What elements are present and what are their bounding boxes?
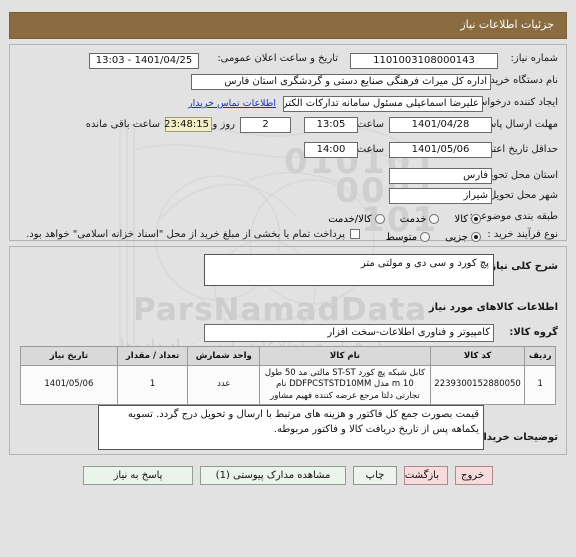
radio-goods-service-icon[interactable] bbox=[374, 214, 385, 224]
category-option-goods-service[interactable]: کالا/خدمت bbox=[328, 214, 385, 225]
price-validity-date: 1401/05/06 bbox=[389, 142, 492, 158]
purchase-type-option-minor[interactable]: جزیی bbox=[445, 232, 481, 243]
radio-goods-icon[interactable] bbox=[471, 214, 481, 224]
td-unit: عدد bbox=[187, 364, 261, 406]
need-details-page: 0101010001101 ParsNamadData مرکز فراوری … bbox=[0, 0, 576, 557]
td-quantity: 1 bbox=[116, 364, 189, 406]
category-options: کالا خدمت کالا/خدمت bbox=[318, 209, 481, 228]
th-name: نام کالا bbox=[259, 346, 431, 366]
td-row-no: 1 bbox=[524, 364, 556, 406]
th-need-date: تاریخ نیاز bbox=[20, 346, 118, 366]
td-code: 2239300152880050 bbox=[429, 364, 526, 406]
footer-button-bar: خروج بازگشت چاپ مشاهده مدارک پیوستی (1) … bbox=[0, 466, 576, 485]
buyer-notes-value: قیمت بصورت جمع کل فاکتور و هزینه های مرت… bbox=[98, 405, 484, 450]
price-validity-label-wrap: حداقل تاریخ اعتبار قیمت: تا تاریخ: bbox=[417, 137, 558, 157]
respond-to-need-button[interactable]: پاسخ به نیاز bbox=[83, 466, 193, 485]
response-deadline-time-label: ساعت bbox=[356, 119, 384, 130]
public-announce-value: 1401/04/25 - 13:03 bbox=[89, 53, 199, 69]
price-validity-time-label: ساعت bbox=[356, 144, 384, 155]
th-code: کد کالا bbox=[429, 346, 526, 366]
delivery-city-label: شهر محل تحویل: bbox=[485, 190, 558, 201]
buyer-org-label: نام دستگاه خریدار: bbox=[479, 75, 558, 86]
need-number-row: شماره نیاز: bbox=[511, 53, 559, 64]
category-label: طبقه بندی موضوعی: bbox=[469, 211, 558, 222]
public-announce-row: تاریخ و ساعت اعلان عمومی: bbox=[217, 53, 338, 64]
public-announce-label: تاریخ و ساعت اعلان عمومی: bbox=[217, 53, 338, 64]
td-name: کابل شبکه پچ کورد ST-ST مالتی مد 50 طول … bbox=[259, 364, 431, 406]
view-attachments-button[interactable]: مشاهده مدارک پیوستی (1) bbox=[200, 466, 346, 485]
radio-service-icon[interactable] bbox=[429, 214, 440, 224]
exit-button[interactable]: خروج bbox=[455, 466, 493, 485]
goods-table: ردیف کد کالا نام کالا واحد شمارش تعداد /… bbox=[20, 346, 556, 406]
response-deadline-countdown-label: ساعت باقی مانده bbox=[85, 119, 160, 130]
purchase-type-option-medium-label: متوسط bbox=[385, 231, 418, 243]
buyer-org-row: نام دستگاه خریدار: bbox=[479, 75, 558, 86]
need-summary-label: شرح کلی نیاز: bbox=[486, 261, 558, 272]
buyer-org-value: اداره کل میراث فرهنگی صنایع دستی و گردشگ… bbox=[191, 74, 491, 90]
islamic-treasury-checkbox-label: پرداخت تمام یا بخشی از مبلغ خرید از محل … bbox=[26, 229, 345, 240]
need-summary-value: پچ کورد و سی دی و مولتی متر bbox=[204, 254, 494, 286]
purchase-type-options: جزیی متوسط bbox=[376, 227, 481, 246]
buyer-notes-label: توضیحات خریدار: bbox=[473, 432, 558, 443]
category-option-service[interactable]: خدمت bbox=[400, 214, 440, 225]
response-deadline-countdown: 23:48:15 bbox=[164, 117, 212, 132]
response-deadline-days-label: روز و bbox=[212, 119, 236, 130]
category-option-goods-service-label: کالا/خدمت bbox=[328, 213, 372, 225]
page-title: جزئیات اطلاعات نیاز bbox=[460, 18, 554, 31]
response-deadline-date: 1401/04/28 bbox=[389, 117, 492, 133]
need-number-value: 1101003108000143 bbox=[350, 53, 498, 69]
goods-table-header-row: ردیف کد کالا نام کالا واحد شمارش تعداد /… bbox=[20, 346, 556, 366]
requester-value: علیرضا اسماعیلی مسئول سامانه تدارکات الک… bbox=[283, 96, 483, 112]
islamic-treasury-checkbox[interactable] bbox=[350, 229, 360, 239]
radio-minor-icon[interactable] bbox=[471, 232, 481, 242]
response-deadline-days: 2 bbox=[240, 117, 291, 133]
td-need-date: 1401/05/06 bbox=[20, 364, 118, 406]
page-header-bar: جزئیات اطلاعات نیاز bbox=[9, 12, 567, 39]
delivery-province-value: فارس bbox=[389, 168, 492, 184]
price-validity-time: 14:00 bbox=[304, 142, 358, 158]
response-deadline-time: 13:05 bbox=[304, 117, 358, 133]
goods-section-title: اطلاعات کالاهای مورد نیاز bbox=[428, 302, 558, 313]
purchase-type-label: نوع فرآیند خرید : bbox=[487, 229, 558, 240]
purchase-type-option-medium[interactable]: متوسط bbox=[385, 231, 431, 243]
response-deadline-label-wrap: مهلت ارسال پاسخ: تا تاریخ: bbox=[443, 112, 558, 132]
table-row: 1 2239300152880050 کابل شبکه پچ کورد ST-… bbox=[20, 364, 556, 406]
delivery-city-value: شیراز bbox=[389, 188, 492, 204]
need-number-label: شماره نیاز: bbox=[510, 53, 559, 64]
goods-group-label: گروه کالا: bbox=[509, 327, 558, 338]
th-quantity: تعداد / مقدار bbox=[116, 346, 189, 366]
category-option-goods-label: کالا bbox=[454, 213, 468, 225]
print-button[interactable]: چاپ bbox=[353, 466, 397, 485]
buyer-contact-link[interactable]: اطلاعات تماس خریدار bbox=[188, 98, 276, 109]
radio-medium-icon[interactable] bbox=[420, 232, 431, 242]
th-unit: واحد شمارش bbox=[187, 346, 261, 366]
th-row-no: ردیف bbox=[524, 346, 556, 366]
goods-group-value: کامپیوتر و فناوری اطلاعات-سخت افزار bbox=[204, 324, 494, 342]
category-option-service-label: خدمت bbox=[399, 213, 427, 225]
category-option-goods[interactable]: کالا bbox=[454, 214, 481, 225]
purchase-type-option-minor-label: جزیی bbox=[445, 231, 468, 243]
back-button[interactable]: بازگشت bbox=[404, 466, 448, 485]
